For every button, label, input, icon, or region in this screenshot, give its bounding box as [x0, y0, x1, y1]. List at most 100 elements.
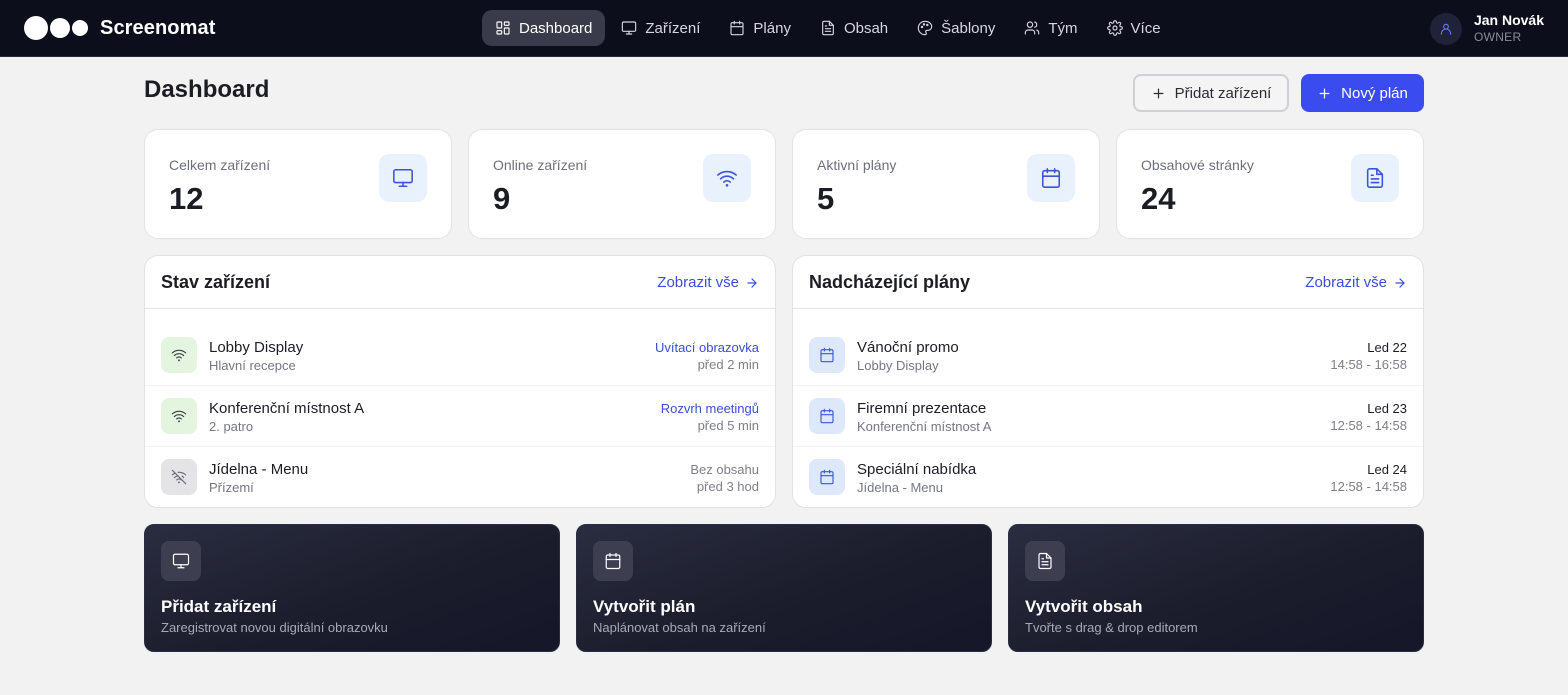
- view-all-plans-link[interactable]: Zobrazit vše: [1305, 274, 1407, 291]
- monitor-icon: [393, 168, 413, 188]
- wifi-icon: [171, 410, 187, 423]
- new-plan-button[interactable]: Nový plán: [1301, 74, 1424, 112]
- stat-label: Celkem zařízení: [169, 157, 271, 173]
- wifi-icon: [717, 170, 737, 187]
- plan-time: 14:58 - 16:58: [1330, 357, 1407, 372]
- action-subtitle: Tvořte s drag & drop editorem: [1025, 620, 1198, 635]
- document-icon: [822, 20, 834, 36]
- calendar-icon: [820, 347, 834, 363]
- stat-card-active-plans: Aktivní plány 5: [792, 129, 1100, 239]
- plan-date: Led 24: [1367, 462, 1407, 477]
- device-list: Lobby Display Hlavní recepce Uvítací obr…: [145, 309, 775, 507]
- action-title: Přidat zařízení: [161, 597, 277, 616]
- nav-item-devices[interactable]: Zařízení: [608, 10, 713, 46]
- plus-icon: [1153, 88, 1164, 98]
- user-name: Jan Novák: [1473, 12, 1544, 28]
- user-menu[interactable]: Jan Novák OWNER: [1429, 12, 1544, 46]
- plan-row[interactable]: Vánoční promo Lobby Display Led 22 14:58…: [793, 325, 1423, 386]
- stat-value: 9: [493, 181, 511, 216]
- stat-icon-box: [703, 154, 751, 202]
- nav-item-plans[interactable]: Plány: [716, 10, 804, 46]
- calendar-icon: [730, 20, 744, 36]
- device-row[interactable]: Lobby Display Hlavní recepce Uvítací obr…: [145, 325, 775, 386]
- stat-value: 12: [169, 181, 204, 216]
- plan-date: Led 22: [1367, 340, 1407, 355]
- device-content: Rozvrh meetingů: [660, 401, 759, 416]
- stat-label: Online zařízení: [493, 157, 588, 173]
- wifi-icon: [171, 349, 187, 362]
- nav-item-more[interactable]: Více: [1094, 10, 1174, 46]
- plan-list: Vánoční promo Lobby Display Led 22 14:58…: [793, 309, 1423, 507]
- stat-value: 24: [1141, 181, 1176, 216]
- new-plan-button-label: Nový plán: [1341, 84, 1408, 102]
- plan-row[interactable]: Firemní prezentace Konferenční místnost …: [793, 386, 1423, 447]
- action-icon-box: [1025, 541, 1065, 581]
- stat-card-content-pages: Obsahové stránky 24: [1116, 129, 1424, 239]
- action-card-add-device[interactable]: Přidat zařízení Zaregistrovat novou digi…: [144, 524, 560, 652]
- nav-item-label: Šablony: [941, 19, 996, 37]
- stat-label: Obsahové stránky: [1141, 157, 1254, 173]
- plan-icon-box: [809, 337, 845, 373]
- status-icon-box: [161, 398, 197, 434]
- action-subtitle: Zaregistrovat novou digitální obrazovku: [161, 620, 388, 635]
- app-logo[interactable]: Screenomat: [24, 16, 216, 40]
- view-all-label: Zobrazit vše: [657, 274, 739, 291]
- plus-icon: [1319, 88, 1330, 98]
- plan-time: 12:58 - 14:58: [1330, 479, 1407, 494]
- action-card-create-content[interactable]: Vytvořit obsah Tvořte s drag & drop edit…: [1008, 524, 1424, 652]
- panel-title: Nadcházející plány: [809, 272, 971, 292]
- device-row[interactable]: Konferenční místnost A 2. patro Rozvrh m…: [145, 386, 775, 447]
- plan-row[interactable]: Speciální nabídka Jídelna - Menu Led 24 …: [793, 447, 1423, 507]
- nav-item-content[interactable]: Obsah: [807, 10, 901, 46]
- action-icon-box: [593, 541, 633, 581]
- user-icon: [1440, 23, 1452, 35]
- action-title: Vytvořit obsah: [1025, 597, 1143, 616]
- action-card-create-plan[interactable]: Vytvořit plán Naplánovat obsah na zaříze…: [576, 524, 992, 652]
- plan-device: Lobby Display: [857, 358, 939, 373]
- add-device-button[interactable]: Přidat zařízení: [1133, 74, 1289, 112]
- view-all-devices-link[interactable]: Zobrazit vše: [657, 274, 759, 291]
- stat-icon-box: [1027, 154, 1075, 202]
- view-all-label: Zobrazit vše: [1305, 274, 1387, 291]
- top-navigation-bar: Screenomat Dashboard Zařízení Plány Obsa…: [0, 0, 1568, 57]
- monitor-icon: [622, 21, 637, 35]
- nav-item-dashboard[interactable]: Dashboard: [482, 10, 606, 46]
- device-row[interactable]: Jídelna - Menu Přízemí Bez obsahu před 3…: [145, 447, 775, 507]
- panel-header: Stav zařízení Zobrazit vše: [145, 256, 775, 309]
- users-icon: [1025, 21, 1040, 35]
- plan-icon-box: [809, 459, 845, 495]
- user-info: Jan Novák OWNER: [1474, 12, 1544, 46]
- calendar-icon: [820, 469, 834, 485]
- device-last-seen: před 2 min: [697, 357, 759, 372]
- grid-icon: [496, 21, 510, 35]
- device-name: Lobby Display: [209, 339, 304, 356]
- stat-card-online-devices: Online zařízení 9: [468, 129, 776, 239]
- nav-item-label: Zařízení: [645, 19, 701, 37]
- gear-icon: [1106, 20, 1123, 36]
- wifi-off-icon: [171, 469, 187, 485]
- page-title: Dashboard: [144, 76, 270, 103]
- status-icon-box: [161, 337, 197, 373]
- arrow-right-icon: [1395, 277, 1405, 288]
- device-name: Konferenční místnost A: [209, 400, 365, 417]
- device-status-panel: Stav zařízení Zobrazit vše Lobby Display…: [144, 255, 776, 508]
- plan-time: 12:58 - 14:58: [1330, 418, 1407, 433]
- plan-icon-box: [809, 398, 845, 434]
- stat-icon-box: [379, 154, 427, 202]
- status-icon-box: [161, 459, 197, 495]
- plan-date: Led 23: [1367, 401, 1407, 416]
- app-name: Screenomat: [100, 16, 216, 39]
- calendar-icon: [605, 552, 621, 570]
- device-content: Bez obsahu: [690, 462, 759, 477]
- nav-item-team[interactable]: Tým: [1011, 10, 1090, 46]
- stat-value: 5: [817, 181, 835, 216]
- upcoming-plans-panel: Nadcházející plány Zobrazit vše Vánoční …: [792, 255, 1424, 508]
- nav-item-templates[interactable]: Šablony: [904, 10, 1008, 46]
- device-last-seen: před 3 hod: [696, 479, 759, 494]
- calendar-icon: [1041, 168, 1061, 188]
- user-role: OWNER: [1473, 30, 1522, 44]
- device-location: Hlavní recepce: [209, 358, 296, 373]
- device-location: Přízemí: [209, 480, 254, 495]
- plan-device: Jídelna - Menu: [857, 480, 943, 495]
- plan-name: Firemní prezentace: [857, 400, 987, 417]
